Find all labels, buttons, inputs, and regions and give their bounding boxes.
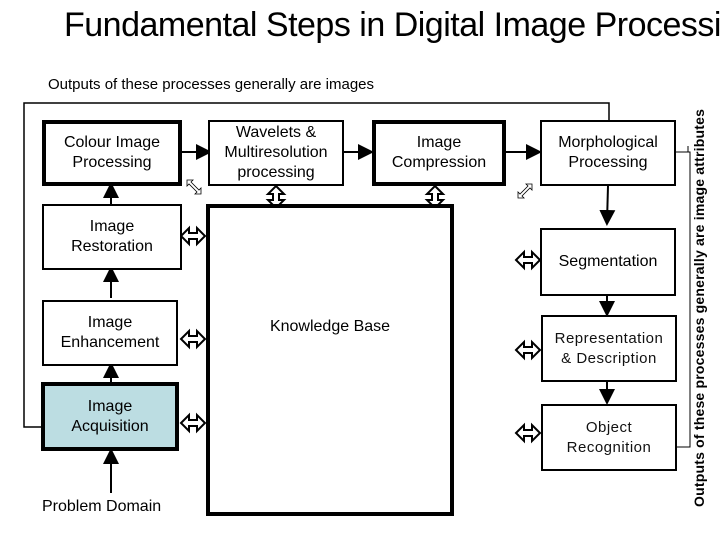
segmentation-label: Segmentation bbox=[558, 253, 658, 270]
colour-image-processing-label: Colour Image Processing bbox=[63, 134, 161, 171]
problem-domain-label: Problem Domain bbox=[42, 498, 162, 515]
image-acquisition-box: Image Acquisition bbox=[41, 382, 179, 451]
morphological-processing-label: Morphological Processing bbox=[558, 134, 658, 171]
representation-description-box: Representation & Description bbox=[541, 315, 677, 382]
object-recognition-label: Object Recognition bbox=[566, 418, 652, 456]
wavelets-box: Wavelets & Multiresolution processing bbox=[208, 120, 344, 186]
diagonal-double-arrow-icon bbox=[517, 183, 533, 199]
attributes-bracket-top bbox=[676, 151, 691, 448]
knowledge-base-label: Knowledge Base bbox=[269, 318, 391, 335]
double-arrow-icon bbox=[179, 412, 207, 434]
double-arrow-icon bbox=[514, 249, 542, 271]
image-compression-label: Image Compression bbox=[391, 134, 487, 171]
representation-description-label: Representation & Description bbox=[554, 329, 664, 367]
image-acquisition-label: Image Acquisition bbox=[71, 397, 149, 435]
diagonal-double-arrow-icon bbox=[186, 179, 202, 195]
image-enhancement-box: Image Enhancement bbox=[42, 300, 178, 366]
segmentation-box: Segmentation bbox=[540, 228, 676, 296]
morphological-processing-box: Morphological Processing bbox=[540, 120, 676, 186]
double-arrow-icon bbox=[514, 422, 542, 444]
object-recognition-box: Object Recognition bbox=[541, 404, 677, 471]
image-compression-box: Image Compression bbox=[372, 120, 506, 186]
double-arrow-icon bbox=[179, 328, 207, 350]
double-arrow-icon bbox=[514, 339, 542, 361]
colour-image-processing-box: Colour Image Processing bbox=[42, 120, 182, 186]
image-enhancement-label: Image Enhancement bbox=[60, 314, 160, 351]
knowledge-base-box: Knowledge Base bbox=[206, 204, 454, 516]
arrow-morphological-segmentation bbox=[599, 185, 616, 226]
image-restoration-box: Image Restoration bbox=[42, 204, 182, 270]
wavelets-label: Wavelets & Multiresolution processing bbox=[224, 124, 328, 181]
double-arrow-icon bbox=[179, 225, 207, 247]
image-restoration-label: Image Restoration bbox=[71, 218, 153, 255]
attributes-bracket-line bbox=[676, 146, 689, 153]
